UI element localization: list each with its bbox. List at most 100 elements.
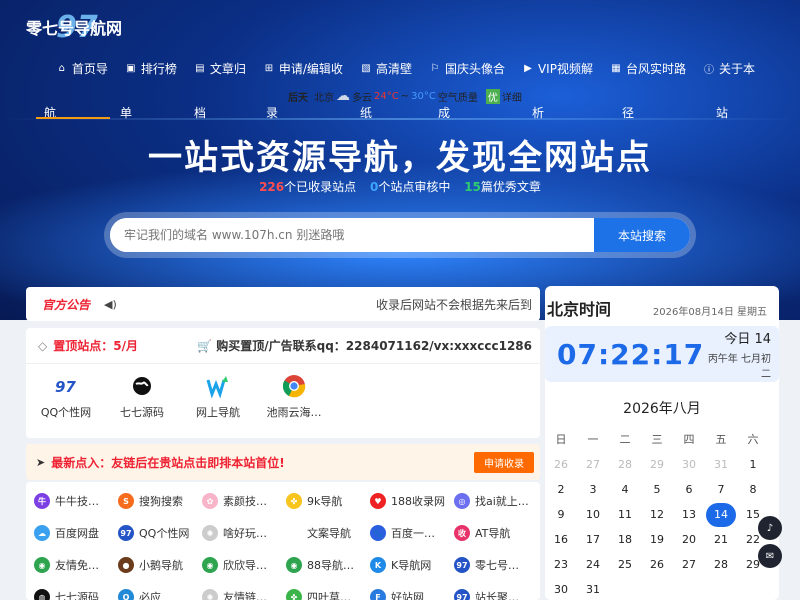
weather-detail-link[interactable]: 详细 [502, 89, 522, 104]
calendar-day[interactable]: 20 [673, 527, 705, 552]
friend-link[interactable]: ✤ 9k导航 [286, 490, 370, 512]
tagline-char: 档 [194, 106, 207, 120]
nav-item-8[interactable]: ▦ 台风实时路 [602, 56, 695, 80]
calendar-day[interactable]: 10 [577, 502, 609, 527]
friend-link[interactable]: 97 站长聚… [454, 586, 538, 600]
friend-link[interactable]: ◉ 88导航… [286, 554, 370, 576]
calendar-day-number: 27 [586, 458, 600, 471]
calendar-day[interactable]: 8 [737, 477, 769, 502]
friend-link[interactable]: 文案导航 [286, 522, 370, 544]
site-logo[interactable]: 97 零七号导航网 [26, 10, 122, 45]
calendar-day[interactable]: 7 [705, 477, 737, 502]
site-favicon-icon: ◎ [454, 493, 470, 509]
calendar-day[interactable]: 16 [545, 527, 577, 552]
friend-link-label: 友情免… [55, 559, 99, 572]
announcement-text[interactable]: 收录后网站不会根据先来后到 [376, 296, 532, 313]
apply-listing-button[interactable]: 申请收录 [474, 451, 534, 473]
calendar-day[interactable]: 30 [673, 452, 705, 477]
nav-item-3[interactable]: ▤ 文章归 [186, 56, 255, 80]
calendar-day[interactable]: 28 [609, 452, 641, 477]
friend-link-label: 七七源码 [55, 591, 99, 600]
calendar-day[interactable]: 26 [545, 452, 577, 477]
calendar-day[interactable]: 3 [577, 477, 609, 502]
calendar-day[interactable]: 17 [577, 527, 609, 552]
calendar-day[interactable]: 25 [609, 552, 641, 577]
site-favicon-icon: ◉ [34, 557, 50, 573]
friend-link[interactable]: ◍ 七七源码 [34, 586, 118, 600]
site-favicon-icon: 🐾 [370, 525, 386, 541]
calendar-weekday: 日 [555, 433, 567, 446]
pinned-buy-info[interactable]: 🛒 购买置顶/广告联系qq：2284071162/vx:xxxccc1286 [197, 337, 532, 354]
friend-link[interactable]: ● 小鹅导航 [118, 554, 202, 576]
search-button[interactable]: 本站搜索 [594, 218, 690, 252]
calendar-day[interactable]: 1 [737, 452, 769, 477]
friend-link[interactable]: 🐾 百度一… [370, 522, 454, 544]
site-favicon-icon: Q [118, 589, 134, 600]
calendar-day[interactable]: 26 [641, 552, 673, 577]
calendar-day[interactable]: 9 [545, 502, 577, 527]
calendar-day[interactable]: 5 [641, 477, 673, 502]
nav-item-2[interactable]: ▣ 排行榜 [117, 56, 186, 80]
calendar-day[interactable]: 2 [545, 477, 577, 502]
calendar-day[interactable]: 19 [641, 527, 673, 552]
friend-link[interactable]: ✺ 友情链… [202, 586, 286, 600]
site-favicon-icon: ✿ [202, 493, 218, 509]
calendar-weekday: 四 [683, 433, 695, 446]
mail-icon-glyph: ✉ [765, 550, 775, 562]
pinned-site-3[interactable]: 网上导航 [182, 374, 254, 420]
calendar-day[interactable]: 27 [577, 452, 609, 477]
calendar-day[interactable]: 29 [641, 452, 673, 477]
calendar-day[interactable]: 6 [673, 477, 705, 502]
calendar-day[interactable]: 31 [705, 452, 737, 477]
nav-item-4[interactable]: ⊞ 申请/编辑收 [255, 56, 352, 80]
bell-icon-glyph: ♪ [766, 522, 774, 534]
calendar-day[interactable]: 21 [705, 527, 737, 552]
bell-icon[interactable]: ♪ [758, 516, 782, 540]
friend-link[interactable]: 97 零七号… [454, 554, 538, 576]
friend-link[interactable]: 牛牛牛技… [34, 490, 118, 512]
friend-link-label: 零七号… [475, 559, 519, 572]
calendar-day[interactable]: 27 [673, 552, 705, 577]
friend-link[interactable]: K K导航网 [370, 554, 454, 576]
friend-link[interactable]: ☁ 百度网盘 [34, 522, 118, 544]
calendar-day[interactable]: 31 [577, 577, 609, 600]
pinned-site-2[interactable]: 七七源码 [106, 374, 178, 420]
calendar-day[interactable]: 30 [545, 577, 577, 600]
calendar-day[interactable]: 24 [577, 552, 609, 577]
air-quality-badge: 优 [485, 88, 500, 104]
friend-link[interactable]: 97 QQ个性网 [118, 522, 202, 544]
friend-link[interactable]: 收 AT导航 [454, 522, 538, 544]
pinned-site-1[interactable]: 97 QQ个性网 [30, 374, 102, 420]
friend-link[interactable]: ◎ 找ai就上… [454, 490, 538, 512]
calendar-day[interactable]: 11 [609, 502, 641, 527]
calendar-day[interactable]: 28 [705, 552, 737, 577]
nav-item-1[interactable]: ⌂ 首页导 [48, 56, 117, 80]
friend-link[interactable]: F 好站网 [370, 586, 454, 600]
calendar-day[interactable]: 23 [545, 552, 577, 577]
calendar-day-number: 19 [650, 533, 664, 546]
image-icon: ▤ [195, 62, 205, 74]
nav-item-9[interactable]: ⓘ 关于本 [695, 56, 764, 80]
tagline-char: 径 [622, 106, 635, 120]
nav-item-5[interactable]: ▧ 高清壁 [352, 56, 421, 80]
user-icon: ▣ [126, 62, 136, 74]
calendar-day[interactable]: 18 [609, 527, 641, 552]
nav-item-7[interactable]: ▶ VIP视频解 [514, 56, 602, 80]
friend-link[interactable]: S 搜狗搜索 [118, 490, 202, 512]
friend-link[interactable]: ✺ 啥好玩… [202, 522, 286, 544]
friend-link[interactable]: ✤ 四叶草… [286, 586, 370, 600]
search-input[interactable] [110, 218, 594, 252]
friend-link[interactable]: ✿ 素颜技… [202, 490, 286, 512]
friend-link[interactable]: ◉ 欣欣导… [202, 554, 286, 576]
friend-link[interactable]: Q 必应 [118, 586, 202, 600]
friend-link[interactable]: ♥ 188收录网 [370, 490, 454, 512]
nav-item-6[interactable]: ⚐ 国庆头像合 [421, 56, 514, 80]
weather-widget[interactable]: 后天 北京 ☁ 多云 24°C ~ 30°C 空气质量 优 详细 [288, 88, 522, 104]
calendar-day-today[interactable]: 14 [705, 502, 737, 527]
calendar-day[interactable]: 12 [641, 502, 673, 527]
friend-link[interactable]: ◉ 友情免… [34, 554, 118, 576]
mail-icon[interactable]: ✉ [758, 544, 782, 568]
pinned-site-4[interactable]: 池雨云海… [258, 374, 330, 420]
calendar-day[interactable]: 13 [673, 502, 705, 527]
calendar-day[interactable]: 4 [609, 477, 641, 502]
